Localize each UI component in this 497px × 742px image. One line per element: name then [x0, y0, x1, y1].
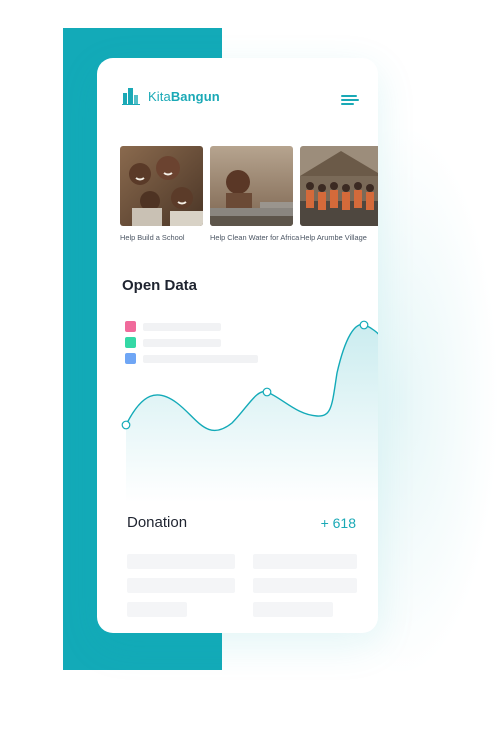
- campaign-card[interactable]: Help Build a School: [120, 146, 203, 243]
- donation-placeholder: [253, 602, 333, 617]
- donation-count: + 618: [320, 515, 356, 531]
- building-icon: [122, 88, 140, 105]
- open-data-title: Open Data: [122, 277, 198, 294]
- chart-point: [121, 420, 131, 430]
- legend-label-placeholder: [143, 323, 221, 331]
- campaign-caption: Help Build a School: [120, 233, 185, 242]
- legend-swatch-blue: [125, 353, 136, 364]
- campaign-caption: Help Clean Water for Africa: [210, 233, 300, 242]
- brand-logo[interactable]: KitaBangun: [122, 87, 220, 105]
- brand-prefix: Kita: [148, 88, 171, 104]
- legend-label-placeholder: [143, 355, 258, 363]
- hamburger-menu-icon[interactable]: [341, 95, 359, 107]
- chart-point: [359, 320, 369, 330]
- campaign-card[interactable]: Help Clean Water for Africa: [210, 146, 299, 243]
- campaign-photo-children: [120, 146, 203, 226]
- brand-suffix: Bangun: [170, 88, 220, 104]
- donation-title: Donation: [127, 514, 188, 531]
- open-data-chart: [121, 320, 378, 503]
- brand-name: KitaBangun: [148, 89, 220, 104]
- campaign-card[interactable]: Help Arumbe Village: [300, 146, 378, 243]
- chart-area: [126, 324, 378, 503]
- campaign-photo-water: [210, 146, 293, 226]
- legend-swatch-pink: [125, 321, 136, 332]
- donation-placeholder: [127, 578, 235, 593]
- mobile-app-card: KitaBangun Help Build a School Help Clea…: [97, 58, 378, 633]
- chart-point: [262, 387, 272, 397]
- donation-placeholder: [253, 554, 357, 569]
- campaign-carousel[interactable]: Help Build a School Help Clean Water for…: [120, 146, 378, 256]
- legend-label-placeholder: [143, 339, 221, 347]
- campaign-caption: Help Arumbe Village: [300, 233, 367, 242]
- donation-placeholder: [127, 602, 187, 617]
- legend-swatch-green: [125, 337, 136, 348]
- campaign-photo-village: [300, 146, 378, 226]
- donation-placeholder: [127, 554, 235, 569]
- donation-placeholder: [253, 578, 357, 593]
